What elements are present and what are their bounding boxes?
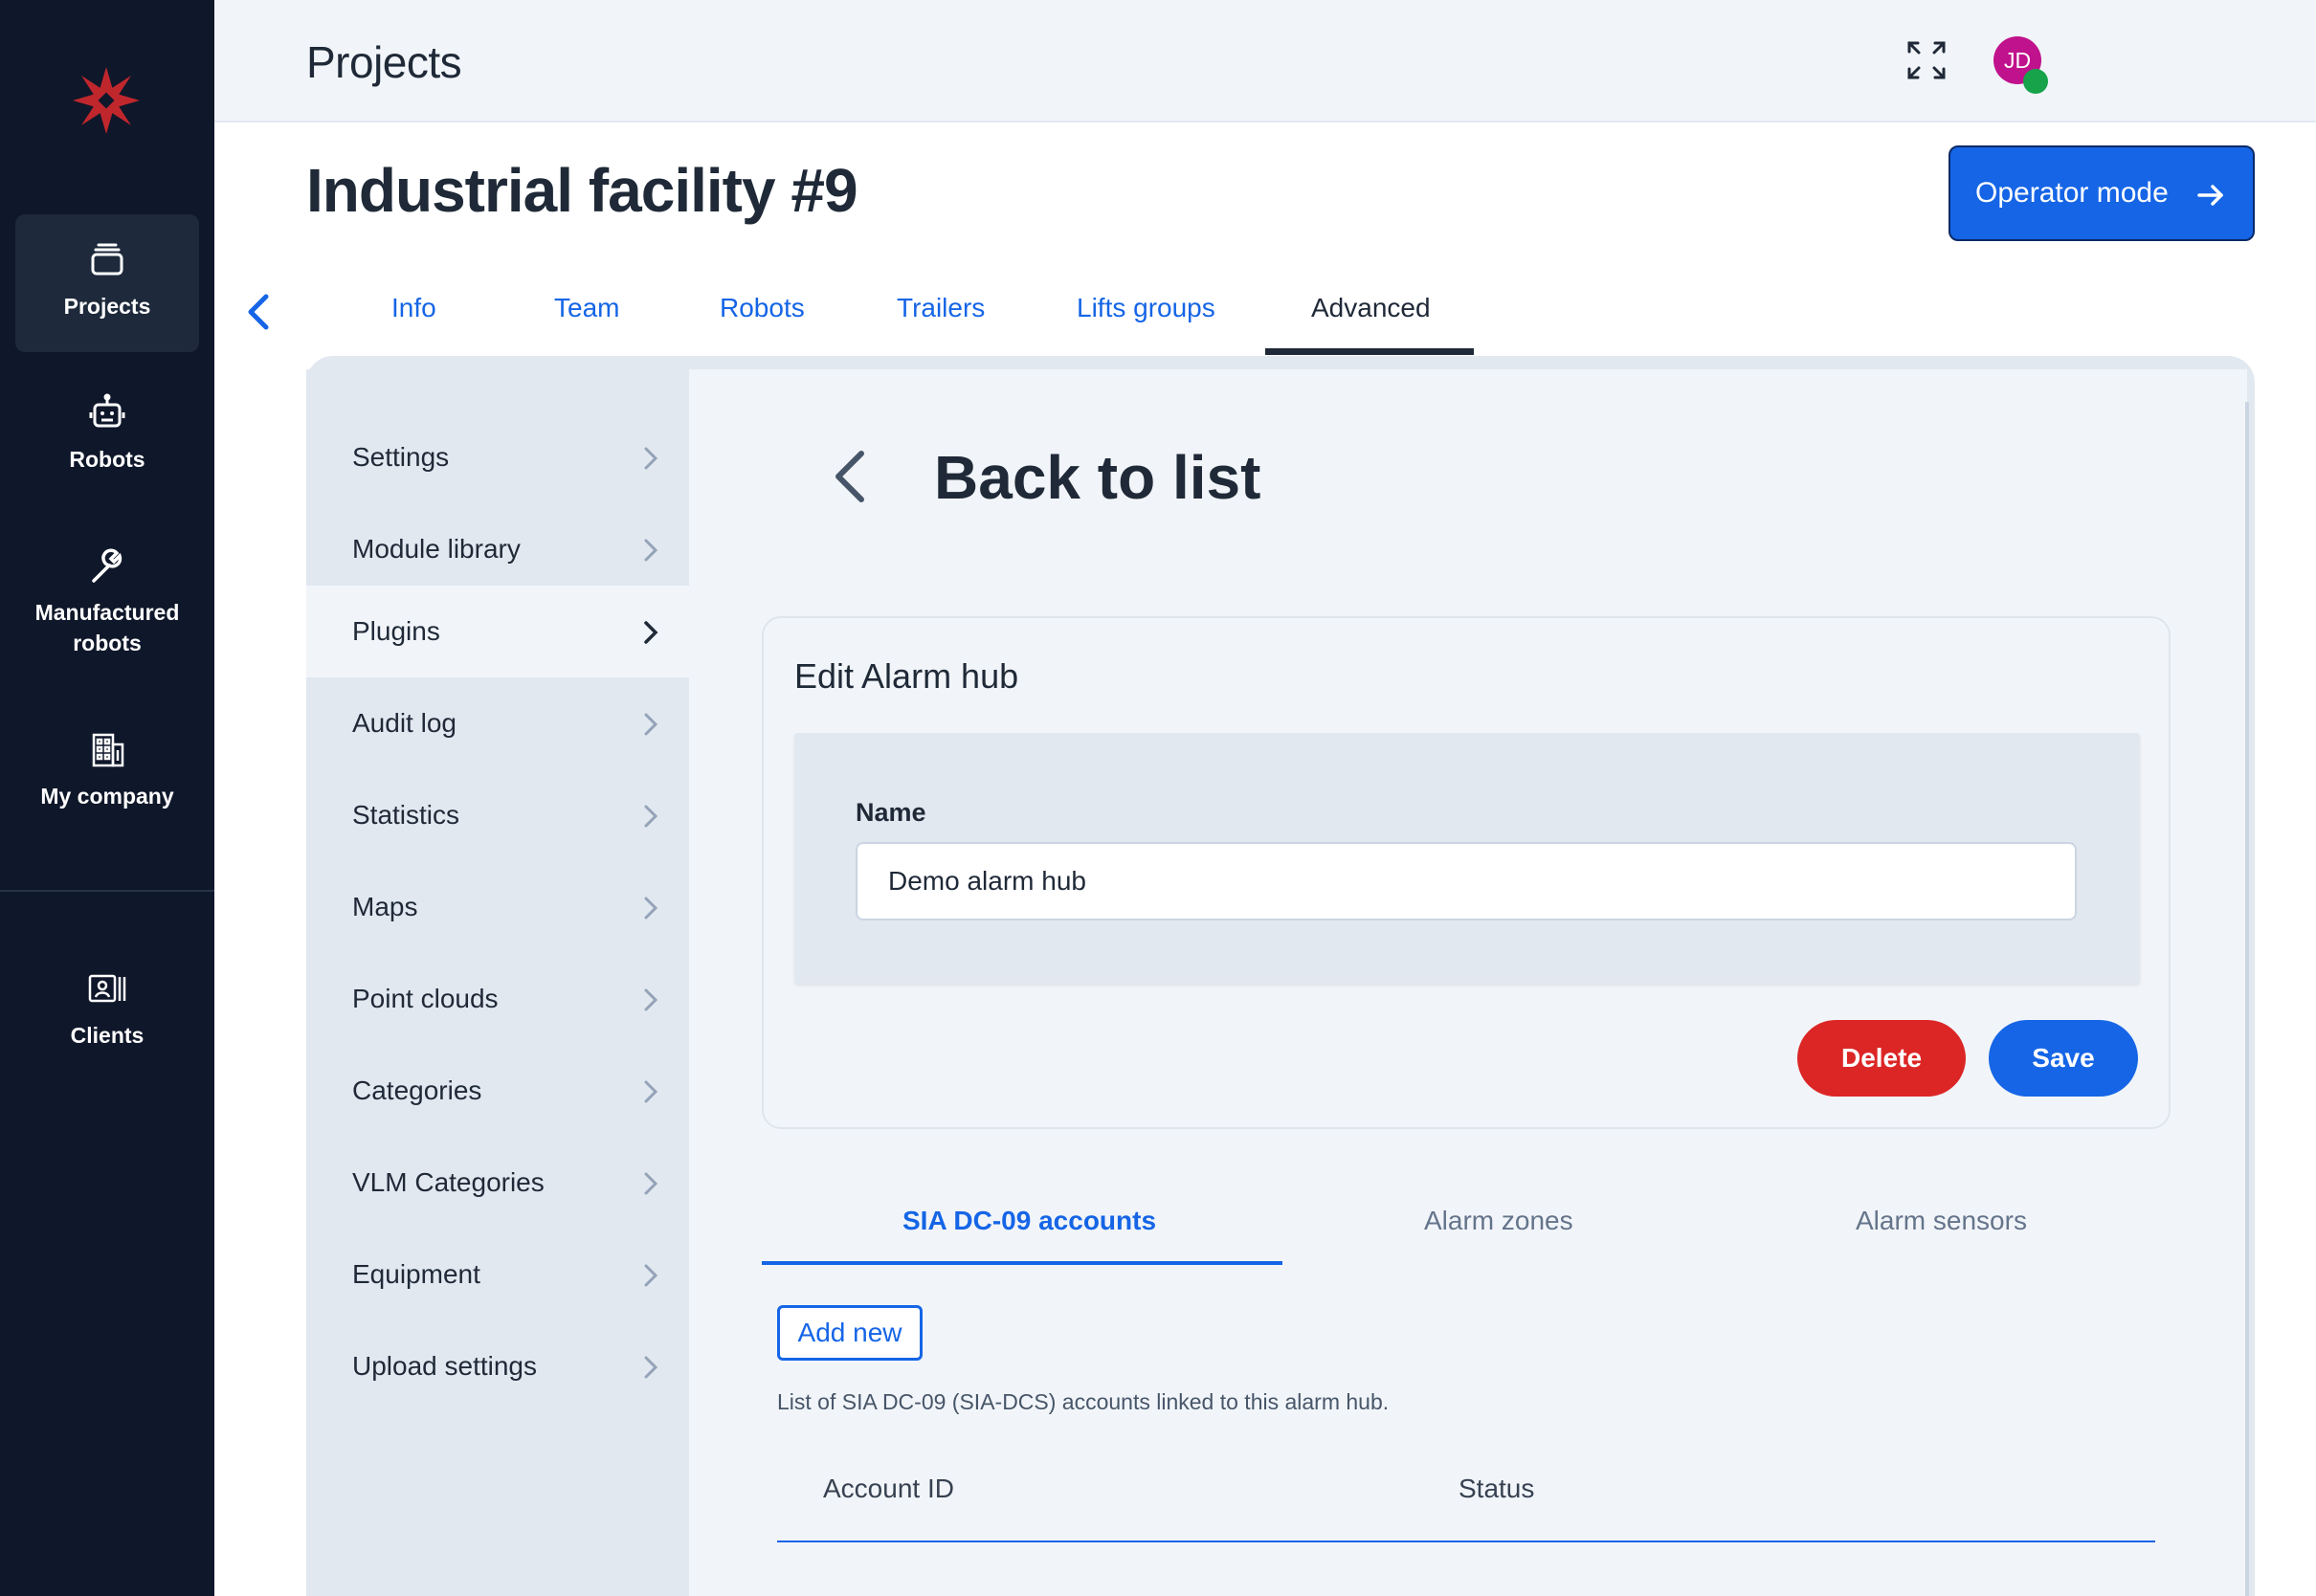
page-title: Industrial facility #9 [306, 156, 858, 225]
tab-team[interactable]: Team [554, 293, 619, 323]
submenu-item-upload-settings[interactable]: Upload settings [306, 1320, 689, 1412]
chevron-right-icon [643, 1079, 658, 1104]
sidebar-item-my-company[interactable]: My company [15, 729, 199, 825]
submenu-item-equipment[interactable]: Equipment [306, 1229, 689, 1320]
content-scrollbar[interactable] [2245, 402, 2249, 1596]
submenu-item-maps[interactable]: Maps [306, 861, 689, 953]
operator-mode-button[interactable]: Operator mode [1949, 145, 2255, 241]
chevron-right-icon [643, 712, 658, 737]
chevron-right-icon [643, 620, 658, 645]
submenu-item-module-library[interactable]: Module library [306, 503, 689, 595]
sidebar-item-label: My company [40, 784, 174, 809]
delete-button[interactable]: Delete [1797, 1020, 1966, 1097]
chevron-right-icon [643, 1171, 658, 1196]
submenu-item-label: Audit log [352, 708, 457, 738]
subtab-alarm-sensors[interactable]: Alarm sensors [1856, 1206, 2027, 1236]
submenu-item-label: Statistics [352, 800, 460, 830]
submenu-item-label: Plugins [352, 616, 440, 646]
submenu-item-label: Equipment [352, 1259, 480, 1289]
tab-advanced[interactable]: Advanced [1311, 293, 1431, 323]
active-subtab-indicator [762, 1261, 1282, 1265]
app-root: Projects Robots Manufactured robots My c… [0, 0, 2316, 1596]
column-header-status[interactable]: Status [1459, 1474, 1534, 1504]
name-input[interactable] [856, 842, 2077, 920]
arrow-right-icon [2195, 180, 2226, 211]
active-tab-indicator [1265, 348, 1474, 355]
submenu-item-point-clouds[interactable]: Point clouds [306, 953, 689, 1045]
submenu-item-vlm-categories[interactable]: VLM Categories [306, 1137, 689, 1229]
sidebar-item-label: Clients [70, 1023, 145, 1048]
advanced-submenu: Settings Module library Plugins Audit lo… [306, 369, 689, 1596]
subtab-sia-dc09-accounts[interactable]: SIA DC-09 accounts [902, 1206, 1156, 1236]
subtab-alarm-zones[interactable]: Alarm zones [1424, 1206, 1573, 1236]
sidebar-item-projects[interactable]: Projects [15, 214, 199, 352]
operator-mode-label: Operator mode [1975, 177, 2169, 209]
submenu-item-label: Module library [352, 534, 521, 564]
submenu-item-settings[interactable]: Settings [306, 411, 689, 503]
submenu-item-label: Settings [352, 442, 450, 472]
edit-card-title: Edit Alarm hub [794, 656, 1019, 696]
submenu-item-label: Maps [352, 892, 418, 921]
add-new-button[interactable]: Add new [777, 1305, 923, 1361]
chevron-right-icon [643, 1355, 658, 1380]
robot-icon [86, 392, 128, 434]
sidebar-item-clients[interactable]: Clients [15, 968, 199, 1064]
sidebar: Projects Robots Manufactured robots My c… [0, 0, 214, 1596]
chevron-right-icon [643, 896, 658, 920]
submenu-item-label: Point clouds [352, 984, 499, 1013]
submenu-item-label: VLM Categories [352, 1167, 545, 1197]
building-icon [86, 729, 128, 771]
sidebar-item-label: Manufactured robots [34, 600, 180, 655]
back-to-list-title[interactable]: Back to list [934, 442, 1260, 513]
chevron-right-icon [643, 804, 658, 829]
logo-star-icon[interactable] [71, 65, 142, 136]
sidebar-item-manufactured-robots[interactable]: Manufactured robots [15, 545, 199, 670]
column-header-account-id[interactable]: Account ID [823, 1474, 954, 1504]
wrench-icon [86, 545, 128, 587]
submenu-item-plugins[interactable]: Plugins [306, 586, 689, 677]
submenu-item-statistics[interactable]: Statistics [306, 769, 689, 861]
tab-lifts-groups[interactable]: Lifts groups [1077, 293, 1215, 323]
tabs-back-chevron-icon[interactable] [241, 289, 276, 335]
sidebar-item-label: Projects [63, 294, 151, 319]
projects-stack-icon [86, 239, 128, 281]
submenu-item-categories[interactable]: Categories [306, 1045, 689, 1137]
chevron-right-icon [643, 987, 658, 1012]
tab-robots[interactable]: Robots [720, 293, 805, 323]
save-button[interactable]: Save [1989, 1020, 2138, 1097]
tab-info[interactable]: Info [391, 293, 436, 323]
submenu-item-label: Categories [352, 1075, 482, 1105]
submenu-item-audit-log[interactable]: Audit log [306, 677, 689, 769]
back-to-list-chevron-icon[interactable] [827, 446, 873, 507]
name-field-label: Name [856, 798, 926, 827]
contact-card-icon [86, 968, 128, 1010]
chevron-right-icon [643, 446, 658, 471]
submenu-item-label: Upload settings [352, 1351, 538, 1381]
accounts-description: List of SIA DC-09 (SIA-DCS) accounts lin… [777, 1389, 1390, 1414]
online-status-dot [2023, 69, 2048, 94]
tab-trailers[interactable]: Trailers [897, 293, 985, 323]
sidebar-divider [0, 890, 214, 892]
fullscreen-icon[interactable] [1904, 38, 1949, 82]
sidebar-item-label: Robots [69, 447, 145, 472]
chevron-right-icon [643, 1263, 658, 1288]
chevron-right-icon [643, 538, 658, 563]
table-header-divider [777, 1541, 2155, 1542]
sidebar-item-robots[interactable]: Robots [15, 392, 199, 488]
header-title: Projects [306, 37, 462, 87]
